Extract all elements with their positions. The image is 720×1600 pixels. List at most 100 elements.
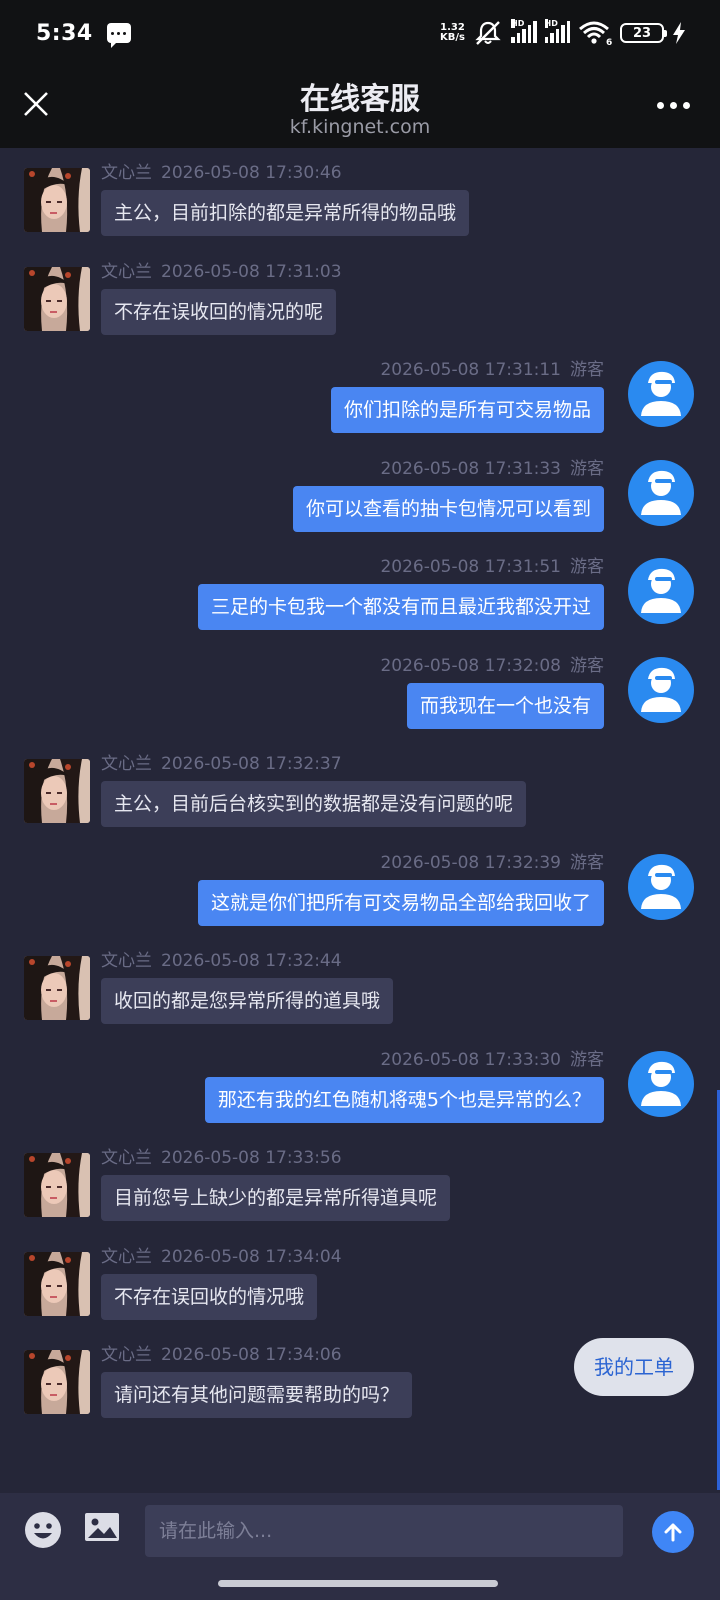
battery-icon: 23 <box>620 23 667 43</box>
message-input-bar <box>0 1493 720 1570</box>
message-item-agent: 文心兰 2026-05-08 17:30:46 主公，目前扣除的都是异常所得的物品… <box>0 148 720 248</box>
my-work-order-button[interactable]: 我的工单 <box>574 1338 694 1396</box>
message-meta: 文心兰 2026-05-08 17:31:03 <box>101 257 342 282</box>
agent-avatar <box>24 168 90 232</box>
arrow-up-icon <box>664 1523 682 1542</box>
message-time: 2026-05-08 17:31:51 <box>380 557 561 577</box>
image-upload-icon[interactable] <box>84 1511 120 1543</box>
message-item-agent: 文心兰 2026-05-08 17:33:56 目前您号上缺少的都是异常所得道具呢 <box>0 1133 720 1233</box>
message-time: 2026-05-08 17:33:30 <box>380 1050 561 1070</box>
message-item-agent: 文心兰 2026-05-08 17:34:04 不存在误回收的情况哦 <box>0 1232 720 1332</box>
sender-name: 游客 <box>570 1050 604 1070</box>
agent-avatar <box>24 267 90 331</box>
message-bubble: 目前您号上缺少的都是异常所得道具呢 <box>101 1175 451 1221</box>
message-meta: 2026-05-08 17:31:11 游客 <box>380 355 604 380</box>
sender-name: 文心兰 <box>101 1345 152 1365</box>
emoji-icon[interactable] <box>24 1511 62 1549</box>
message-meta: 文心兰 2026-05-08 17:34:04 <box>101 1242 342 1267</box>
message-meta: 文心兰 2026-05-08 17:32:44 <box>101 946 342 971</box>
message-bubble: 而我现在一个也没有 <box>406 683 604 729</box>
page-title: 在线客服 <box>300 82 420 117</box>
message-input[interactable] <box>145 1505 623 1557</box>
user-avatar-icon <box>628 1051 694 1117</box>
message-bubble: 你们扣除的是所有可交易物品 <box>330 387 604 433</box>
message-bubble: 请问还有其他问题需要帮助的吗？ <box>101 1372 413 1418</box>
sender-name: 文心兰 <box>101 951 152 971</box>
message-bubble: 这就是你们把所有可交易物品全部给我回收了 <box>197 880 604 926</box>
message-meta: 文心兰 2026-05-08 17:30:46 <box>101 158 342 183</box>
hd-label: HD <box>511 19 525 28</box>
message-meta: 文心兰 2026-05-08 17:33:56 <box>101 1143 342 1168</box>
agent-avatar <box>24 956 90 1020</box>
message-time: 2026-05-08 17:32:37 <box>161 754 342 774</box>
message-item-agent: 文心兰 2026-05-08 17:32:44 收回的都是您异常所得的道具哦 <box>0 936 720 1036</box>
charging-icon <box>673 22 685 44</box>
message-item-user: 2026-05-08 17:32:08 游客 而我现在一个也没有 <box>0 641 720 741</box>
battery-level: 23 <box>632 25 652 41</box>
message-time: 2026-05-08 17:31:11 <box>380 360 561 380</box>
message-time: 2026-05-08 17:34:04 <box>161 1247 342 1267</box>
message-meta: 2026-05-08 17:31:33 游客 <box>380 454 604 479</box>
cell-signal-2-icon: HD <box>544 19 570 43</box>
message-bubble: 三足的卡包我一个都没有而且最近我都没开过 <box>197 584 604 630</box>
message-item-user: 2026-05-08 17:33:30 游客 那还有我的红色随机将魂5个也是异常的… <box>0 1035 720 1135</box>
muted-icon <box>475 21 501 45</box>
message-meta: 2026-05-08 17:32:08 游客 <box>380 651 604 676</box>
message-bubble: 不存在误回收的情况哦 <box>101 1274 318 1320</box>
status-bar: 5:34 1.32 KB/s HD HD 6 23 <box>0 0 720 66</box>
user-avatar-icon <box>628 657 694 723</box>
app-header: 在线客服 kf.kingnet.com <box>0 66 720 148</box>
message-bubble: 不存在误收回的情况的呢 <box>101 289 337 335</box>
agent-avatar <box>24 1153 90 1217</box>
message-meta: 2026-05-08 17:32:39 游客 <box>380 848 604 873</box>
message-time: 2026-05-08 17:32:39 <box>380 853 561 873</box>
wifi-label: 6 <box>606 38 612 46</box>
message-time: 2026-05-08 17:32:08 <box>380 656 561 676</box>
home-indicator[interactable] <box>218 1580 498 1587</box>
user-avatar-icon <box>628 558 694 624</box>
message-time: 2026-05-08 17:32:44 <box>161 951 342 971</box>
user-avatar-icon <box>628 854 694 920</box>
message-meta: 文心兰 2026-05-08 17:34:06 <box>101 1340 342 1365</box>
message-bubble: 主公，目前后台核实到的数据都是没有问题的呢 <box>101 781 527 827</box>
sender-name: 文心兰 <box>101 262 152 282</box>
sender-name: 文心兰 <box>101 754 152 774</box>
sender-name: 游客 <box>570 853 604 873</box>
agent-avatar <box>24 759 90 823</box>
message-bubble: 收回的都是您异常所得的道具哦 <box>101 978 394 1024</box>
wifi-icon: 6 <box>579 21 612 46</box>
message-time: 2026-05-08 17:34:06 <box>161 1345 342 1365</box>
message-meta: 文心兰 2026-05-08 17:32:37 <box>101 749 342 774</box>
page-domain: kf.kingnet.com <box>289 116 431 138</box>
chat-message-list[interactable]: 文心兰 2026-05-08 17:30:46 主公，目前扣除的都是异常所得的物品… <box>0 148 720 1493</box>
message-meta: 2026-05-08 17:33:30 游客 <box>380 1045 604 1070</box>
sender-name: 游客 <box>570 656 604 676</box>
message-meta: 2026-05-08 17:31:51 游客 <box>380 552 604 577</box>
user-avatar-icon <box>628 460 694 526</box>
agent-avatar <box>24 1252 90 1316</box>
message-time: 2026-05-08 17:31:33 <box>380 459 561 479</box>
message-time: 2026-05-08 17:31:03 <box>161 262 342 282</box>
sender-name: 游客 <box>570 459 604 479</box>
message-bubble: 那还有我的红色随机将魂5个也是异常的么？ <box>204 1077 604 1123</box>
sender-name: 文心兰 <box>101 163 152 183</box>
sender-name: 文心兰 <box>101 1148 152 1168</box>
sender-name: 文心兰 <box>101 1247 152 1267</box>
network-speed: 1.32 KB/s <box>440 23 465 43</box>
more-options-icon[interactable] <box>657 102 690 109</box>
message-item-agent: 文心兰 2026-05-08 17:32:37 主公，目前后台核实到的数据都是没有… <box>0 739 720 839</box>
message-bubble: 主公，目前扣除的都是异常所得的物品哦 <box>101 190 470 236</box>
message-time: 2026-05-08 17:33:56 <box>161 1148 342 1168</box>
cell-signal-1-icon: HD <box>511 19 537 43</box>
message-bubble: 你可以查看的抽卡包情况可以看到 <box>292 486 604 532</box>
message-notification-icon <box>106 23 131 48</box>
message-item-user: 2026-05-08 17:31:51 游客 三足的卡包我一个都没有而且最近我都没… <box>0 542 720 642</box>
message-item-user: 2026-05-08 17:31:11 游客 你们扣除的是所有可交易物品 <box>0 345 720 445</box>
sender-name: 游客 <box>570 557 604 577</box>
network-speed-unit: KB/s <box>440 32 465 43</box>
sender-name: 游客 <box>570 360 604 380</box>
status-time: 5:34 <box>36 20 93 46</box>
user-avatar-icon <box>628 361 694 427</box>
message-item-user: 2026-05-08 17:31:33 游客 你可以查看的抽卡包情况可以看到 <box>0 444 720 544</box>
send-button[interactable] <box>652 1511 694 1553</box>
